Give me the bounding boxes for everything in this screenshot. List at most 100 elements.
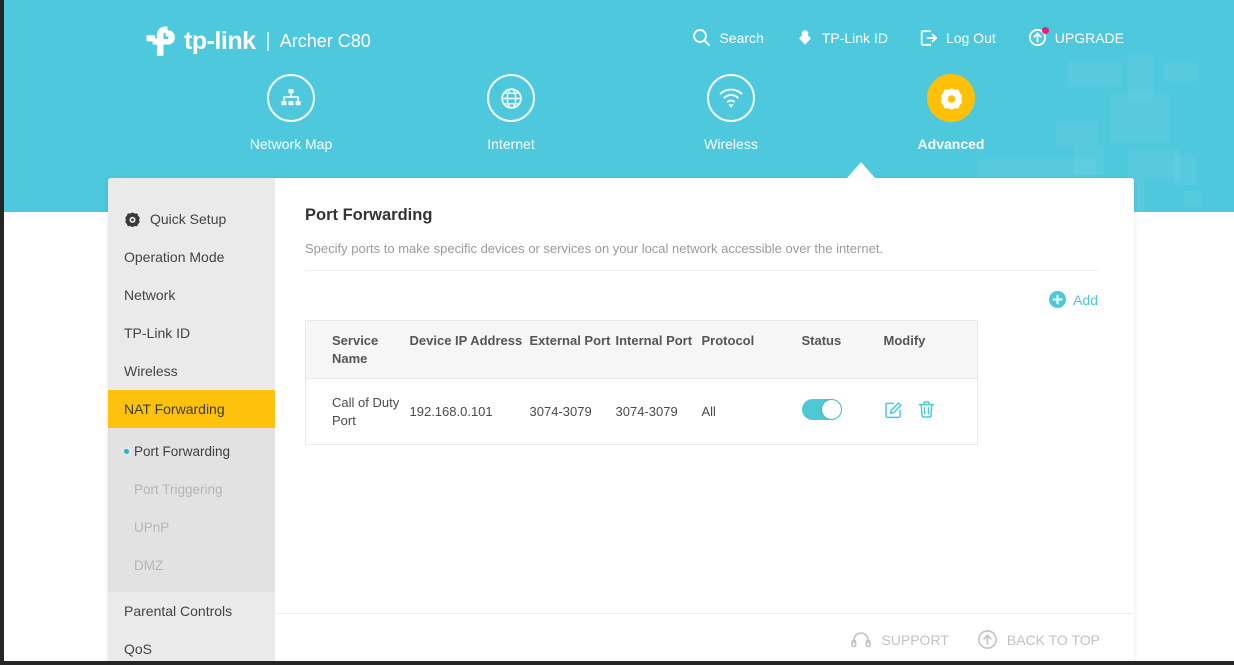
- active-tab-pointer: [847, 162, 875, 178]
- column-internal-port: Internal Port: [616, 321, 702, 379]
- tab-advanced-label: Advanced: [918, 136, 985, 152]
- column-modify: Modify: [884, 321, 978, 379]
- sidebar-item-quick-setup-label: Quick Setup: [150, 211, 226, 227]
- tab-network-map[interactable]: Network Map: [229, 74, 353, 152]
- column-external-port: External Port: [530, 321, 616, 379]
- search-label: Search: [719, 30, 763, 46]
- page-title: Port Forwarding: [305, 206, 1098, 225]
- cell-modify: [884, 379, 978, 445]
- table-row: Call of Duty Port 192.168.0.101 3074-307…: [306, 379, 978, 445]
- support-label: SUPPORT: [881, 632, 948, 648]
- router-admin-page: tp-link | Archer C80 Search TP-Link ID: [0, 0, 1234, 665]
- sidebar-menu: Quick Setup Operation Mode Network TP-Li…: [108, 178, 275, 665]
- table-toolbar: Add: [305, 291, 1098, 308]
- column-service-name: Service Name: [306, 321, 410, 379]
- tab-internet-label: Internet: [487, 136, 534, 152]
- add-button[interactable]: Add: [1049, 291, 1098, 308]
- sidebar-item-port-forwarding-label: Port Forwarding: [134, 444, 230, 459]
- table-header-row: Service Name Device IP Address External …: [306, 321, 978, 379]
- wireless-circle: [707, 74, 755, 122]
- sidebar-item-parental-controls[interactable]: Parental Controls: [108, 592, 275, 630]
- edit-icon: [884, 400, 903, 419]
- arrow-up-circle-icon: [977, 629, 998, 650]
- sidebar-item-qos[interactable]: QoS: [108, 630, 275, 665]
- tab-advanced[interactable]: Advanced: [889, 74, 1013, 152]
- internet-circle: [487, 74, 535, 122]
- sidebar-item-nat-forwarding-label: NAT Forwarding: [124, 401, 225, 417]
- tp-link-id-label: TP-Link ID: [822, 30, 888, 46]
- delete-button[interactable]: [917, 400, 936, 424]
- sidebar-item-operation-mode[interactable]: Operation Mode: [108, 238, 275, 276]
- sidebar-item-dmz[interactable]: DMZ: [108, 546, 275, 584]
- gear-icon: [124, 211, 141, 228]
- globe-icon: [499, 86, 524, 111]
- upgrade-button[interactable]: UPGRADE: [1028, 28, 1124, 47]
- cell-device-ip: 192.168.0.101: [410, 379, 530, 445]
- tab-wireless-label: Wireless: [704, 136, 758, 152]
- cell-service-name: Call of Duty Port: [306, 379, 410, 445]
- upgrade-label: UPGRADE: [1055, 30, 1124, 46]
- toggle-knob: [822, 400, 841, 419]
- network-map-circle: [267, 74, 315, 122]
- column-status: Status: [802, 321, 884, 379]
- logout-button[interactable]: Log Out: [920, 29, 996, 47]
- add-button-label: Add: [1073, 292, 1098, 308]
- sidebar-item-operation-mode-label: Operation Mode: [124, 249, 224, 265]
- support-link[interactable]: SUPPORT: [850, 630, 948, 650]
- active-bullet-icon: [124, 449, 129, 454]
- main-tab-bar: Network Map Internet: [4, 74, 1234, 152]
- sidebar-item-wireless[interactable]: Wireless: [108, 352, 275, 390]
- logout-label: Log Out: [946, 30, 996, 46]
- headset-icon: [850, 630, 872, 650]
- sidebar-item-nat-forwarding[interactable]: NAT Forwarding: [108, 390, 275, 428]
- tab-wireless[interactable]: Wireless: [669, 74, 793, 152]
- search-icon: [692, 28, 711, 47]
- port-forwarding-table: Service Name Device IP Address External …: [305, 320, 978, 445]
- back-to-top-label: BACK TO TOP: [1007, 632, 1100, 648]
- panel-footer: SUPPORT BACK TO TOP: [275, 613, 1134, 665]
- router-model: Archer C80: [280, 32, 371, 50]
- plus-circle-icon: [1049, 291, 1066, 308]
- status-toggle[interactable]: [802, 399, 842, 420]
- upgrade-notification-dot: [1042, 27, 1049, 34]
- sidebar-submenu-nat-forwarding: Port Forwarding Port Triggering UPnP DMZ: [108, 428, 275, 592]
- tab-internet[interactable]: Internet: [449, 74, 573, 152]
- cell-external-port: 3074-3079: [530, 379, 616, 445]
- back-to-top-link[interactable]: BACK TO TOP: [977, 629, 1100, 650]
- column-protocol: Protocol: [702, 321, 802, 379]
- column-device-ip: Device IP Address: [410, 321, 530, 379]
- sidebar-item-network-label: Network: [124, 287, 175, 303]
- top-navigation: Search TP-Link ID Log Out: [692, 28, 1124, 47]
- wifi-icon: [718, 87, 744, 109]
- sidebar-item-quick-setup[interactable]: Quick Setup: [108, 200, 275, 238]
- sidebar-item-port-triggering[interactable]: Port Triggering: [108, 470, 275, 508]
- cell-internal-port: 3074-3079: [616, 379, 702, 445]
- sidebar-item-qos-label: QoS: [124, 641, 152, 657]
- sidebar-item-upnp-label: UPnP: [134, 520, 169, 535]
- brand-separator: |: [266, 31, 271, 51]
- sidebar-item-upnp[interactable]: UPnP: [108, 508, 275, 546]
- modify-actions: [884, 400, 978, 424]
- tp-link-id-button[interactable]: TP-Link ID: [796, 29, 888, 47]
- search-button[interactable]: Search: [692, 28, 763, 47]
- edit-button[interactable]: [884, 400, 903, 424]
- page-description: Specify ports to make specific devices o…: [305, 241, 1098, 271]
- tp-link-logo-icon: [144, 24, 178, 58]
- table-header: Service Name Device IP Address External …: [306, 321, 978, 379]
- sidebar-item-port-forwarding[interactable]: Port Forwarding: [108, 432, 275, 470]
- brand-name: tp-link: [184, 29, 256, 54]
- content-area: Port Forwarding Specify ports to make sp…: [275, 178, 1134, 665]
- brand-logo[interactable]: tp-link | Archer C80: [144, 24, 371, 58]
- advanced-circle: [927, 74, 975, 122]
- cell-status: [802, 379, 884, 445]
- sidebar-item-wireless-label: Wireless: [124, 363, 178, 379]
- tab-network-map-label: Network Map: [250, 136, 332, 152]
- sidebar-item-tp-link-id-label: TP-Link ID: [124, 325, 190, 341]
- sidebar-item-network[interactable]: Network: [108, 276, 275, 314]
- tp-link-id-icon: [796, 29, 814, 47]
- logout-icon: [920, 29, 938, 47]
- sidebar-item-tp-link-id[interactable]: TP-Link ID: [108, 314, 275, 352]
- cell-protocol: All: [702, 379, 802, 445]
- table-body: Call of Duty Port 192.168.0.101 3074-307…: [306, 379, 978, 445]
- main-panel: Quick Setup Operation Mode Network TP-Li…: [108, 178, 1134, 665]
